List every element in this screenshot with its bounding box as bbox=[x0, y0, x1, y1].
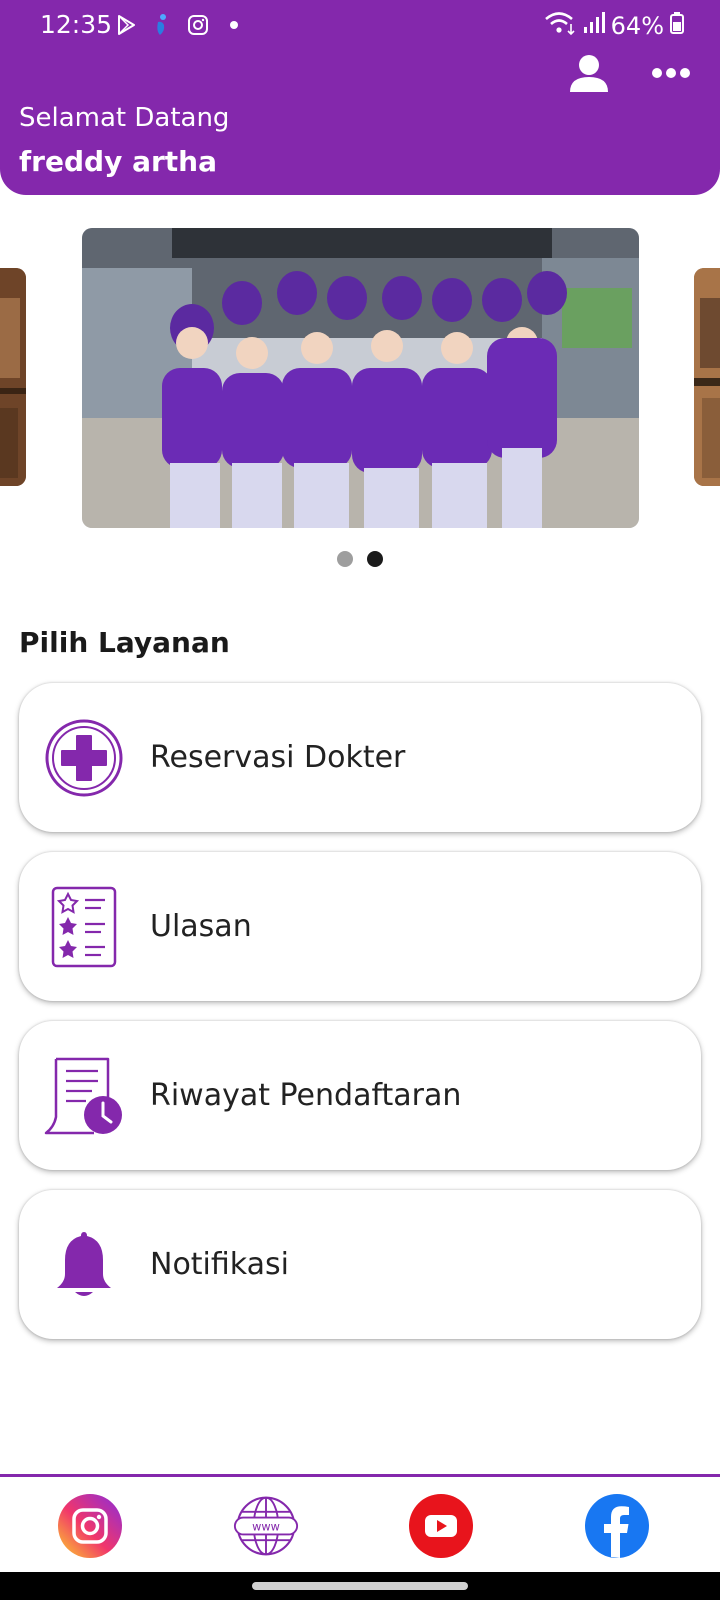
website-text: www bbox=[252, 1521, 280, 1534]
instagram-link[interactable] bbox=[57, 1493, 123, 1559]
greeting-text: Selamat Datang bbox=[19, 103, 230, 133]
profile-icon bbox=[570, 55, 608, 92]
app-header: 12:35 64% Selamat Datang freddy artha bbox=[0, 0, 720, 195]
instagram-status-icon bbox=[185, 12, 211, 38]
youtube-link[interactable] bbox=[408, 1493, 474, 1559]
medical-cross-icon bbox=[41, 715, 127, 801]
social-links-bar: www bbox=[0, 1474, 720, 1572]
history-document-icon bbox=[41, 1053, 127, 1139]
profile-button[interactable] bbox=[566, 50, 612, 96]
instagram-icon bbox=[58, 1494, 122, 1558]
service-notifikasi[interactable]: Notifikasi bbox=[19, 1190, 701, 1339]
services-heading: Pilih Layanan bbox=[19, 626, 230, 659]
battery-icon bbox=[670, 12, 684, 40]
website-icon: www bbox=[233, 1496, 299, 1556]
status-time: 12:35 bbox=[40, 10, 113, 39]
youtube-icon bbox=[409, 1494, 473, 1558]
status-system-icons: 64% bbox=[543, 10, 684, 42]
carousel-dot-2[interactable] bbox=[367, 551, 383, 567]
play-store-icon bbox=[113, 12, 139, 38]
service-reservasi-dokter[interactable]: Reservasi Dokter bbox=[19, 683, 701, 832]
service-label: Notifikasi bbox=[150, 1247, 289, 1282]
system-navigation-bar bbox=[0, 1572, 720, 1600]
username-text: freddy artha bbox=[19, 145, 217, 178]
battery-text: 64% bbox=[610, 12, 664, 40]
status-bar: 12:35 64% bbox=[0, 0, 720, 52]
service-label: Reservasi Dokter bbox=[150, 740, 406, 775]
review-list-icon bbox=[41, 884, 127, 970]
service-label: Ulasan bbox=[150, 909, 252, 944]
app-notification-icon bbox=[149, 12, 175, 38]
service-ulasan[interactable]: Ulasan bbox=[19, 852, 701, 1001]
more-icon bbox=[652, 68, 690, 78]
dot-icon bbox=[221, 12, 247, 38]
facebook-link[interactable] bbox=[584, 1493, 650, 1559]
service-label: Riwayat Pendaftaran bbox=[150, 1078, 462, 1113]
website-link[interactable]: www bbox=[233, 1493, 299, 1559]
carousel-indicator bbox=[0, 551, 720, 567]
facebook-icon bbox=[585, 1494, 649, 1558]
status-notification-icons bbox=[113, 12, 247, 38]
bell-icon bbox=[41, 1222, 127, 1308]
service-riwayat-pendaftaran[interactable]: Riwayat Pendaftaran bbox=[19, 1021, 701, 1170]
services-list: Reservasi Dokter Ulasan Riwayat Pendafta… bbox=[19, 683, 701, 1359]
wifi-icon bbox=[543, 10, 577, 42]
carousel-next-slide[interactable] bbox=[694, 268, 720, 486]
more-options-button[interactable] bbox=[648, 56, 694, 90]
carousel-image-staff[interactable] bbox=[82, 228, 639, 528]
carousel-prev-slide[interactable] bbox=[0, 268, 26, 486]
carousel-dot-1[interactable] bbox=[337, 551, 353, 567]
signal-icon bbox=[583, 11, 605, 41]
image-carousel[interactable] bbox=[0, 228, 720, 528]
home-gesture-handle[interactable] bbox=[252, 1582, 468, 1590]
